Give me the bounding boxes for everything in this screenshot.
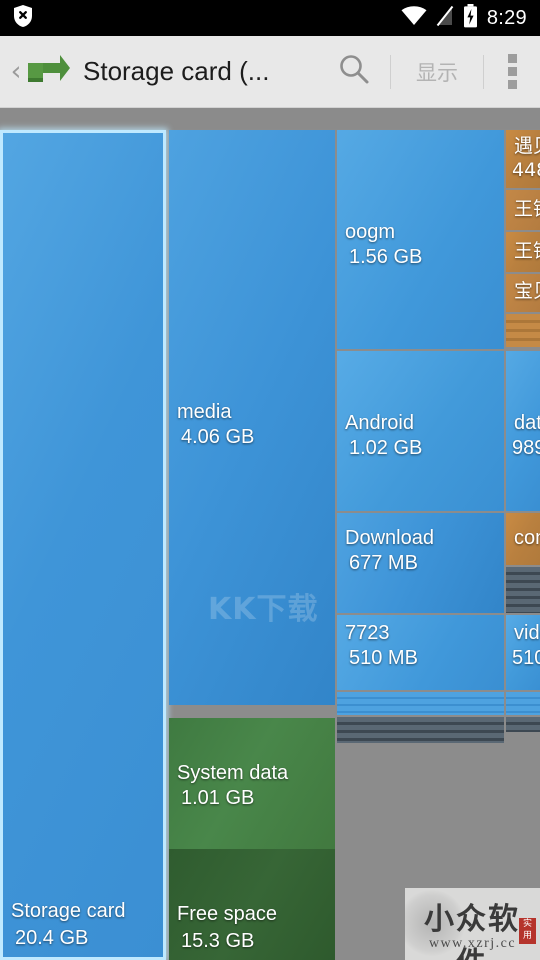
action-bar-buttons: 显示: [318, 36, 540, 108]
treemap-cell-label: Download: [345, 527, 434, 549]
treemap-cell-small-files-group[interactable]: [337, 717, 504, 743]
treemap-cell-dat[interactable]: dat 989: [506, 351, 540, 511]
treemap-cell-label: 遇见: [514, 135, 540, 157]
action-bar: ‹ Storage card (... 显示: [0, 36, 540, 108]
status-bar: 8:29: [0, 0, 540, 36]
status-bar-clock: 8:29: [486, 6, 527, 29]
overflow-menu-icon: [507, 80, 517, 89]
show-button[interactable]: 显示: [391, 36, 483, 108]
treemap-cell-vide[interactable]: vide 510: [506, 615, 540, 690]
treemap-cell-label: 王铮: [514, 198, 540, 220]
overflow-menu-button[interactable]: [484, 36, 540, 108]
treemap-cell-value: 989: [512, 437, 540, 459]
diskusage-app-icon[interactable]: [26, 54, 70, 90]
back-chevron-icon[interactable]: ‹: [6, 58, 26, 85]
treemap-cell-label: con: [514, 527, 540, 549]
site-watermark-url: www.xzrj.cc: [428, 936, 517, 951]
overflow-menu-icon: [507, 54, 517, 63]
battery-charging-icon: [463, 3, 478, 33]
treemap-cell-value: 448: [512, 159, 540, 181]
treemap-cell-small-files-group[interactable]: [506, 692, 540, 715]
treemap-cell-yujian[interactable]: 遇见 448: [506, 130, 540, 188]
status-bar-system-icons: 8:29: [401, 3, 540, 33]
treemap-cell-value: 510 MB: [349, 647, 418, 669]
treemap-cell-value: 677 MB: [349, 552, 418, 574]
treemap-cell-label: 宝贝: [514, 280, 540, 302]
shield-x-icon: [12, 4, 34, 33]
treemap-cell-label: dat: [514, 412, 540, 434]
treemap-cell-value: 510: [512, 647, 540, 669]
treemap-cell-android[interactable]: Android 1.02 GB: [337, 351, 504, 511]
treemap-cell-label: media: [177, 401, 232, 423]
treemap-cell-label: System data: [177, 762, 289, 784]
treemap-cell-label: Android: [345, 412, 414, 434]
toolbar-shadow-band: [0, 108, 540, 129]
search-icon: [337, 52, 371, 91]
treemap-cell-label: 7723: [345, 622, 390, 644]
treemap-cell-con[interactable]: con: [506, 513, 540, 565]
status-bar-notifications: [0, 4, 34, 33]
treemap-cell-system-data[interactable]: System data 1.01 GB: [169, 718, 335, 849]
treemap-cell-label: Storage card: [11, 900, 126, 922]
treemap-cell-value: 4.06 GB: [181, 426, 255, 448]
treemap-cell-storage-card[interactable]: Storage card 20.4 GB: [0, 130, 166, 960]
overflow-menu-icon: [507, 67, 517, 76]
treemap-cell-value: 1.01 GB: [181, 787, 255, 809]
treemap-cell-label: Free space: [177, 903, 278, 925]
treemap-cell-wangzheng-1[interactable]: 王铮: [506, 190, 540, 230]
treemap-cell-small-files-group[interactable]: [506, 717, 540, 732]
treemap-cell-small-files-group[interactable]: [506, 567, 540, 613]
treemap-cell-7723[interactable]: 7723 510 MB: [337, 615, 504, 690]
site-watermark: 小众软件 实用 www.xzrj.cc: [405, 888, 540, 960]
treemap-cell-wangzheng-2[interactable]: 王铮: [506, 232, 540, 272]
search-button[interactable]: [318, 36, 390, 108]
treemap-cell-value: 15.3 GB: [181, 930, 255, 952]
signal-off-icon: [436, 5, 454, 32]
treemap-cell-oogm[interactable]: oogm 1.56 GB: [337, 130, 504, 349]
treemap-cell-value: 1.56 GB: [349, 246, 423, 268]
treemap-cell-download[interactable]: Download 677 MB: [337, 513, 504, 613]
treemap-cell-label: vide: [514, 622, 540, 644]
treemap-cell-value: 1.02 GB: [349, 437, 423, 459]
treemap-cell-free-space[interactable]: Free space 15.3 GB: [169, 849, 335, 960]
page-title: Storage card (...: [83, 56, 270, 86]
treemap-cell-value: 20.4 GB: [15, 927, 89, 949]
wifi-icon: [401, 5, 427, 31]
treemap-cell-small-files-group[interactable]: [337, 692, 504, 715]
treemap-cell-small-files-group[interactable]: [506, 314, 540, 347]
treemap-canvas[interactable]: Storage card 20.4 GB media 4.06 GB Syste…: [0, 129, 540, 960]
treemap-cell-baobei[interactable]: 宝贝: [506, 274, 540, 312]
treemap-cell-media[interactable]: media 4.06 GB: [169, 130, 335, 705]
treemap-cell-label: oogm: [345, 221, 396, 243]
treemap-cell-label: 王铮: [514, 240, 540, 262]
